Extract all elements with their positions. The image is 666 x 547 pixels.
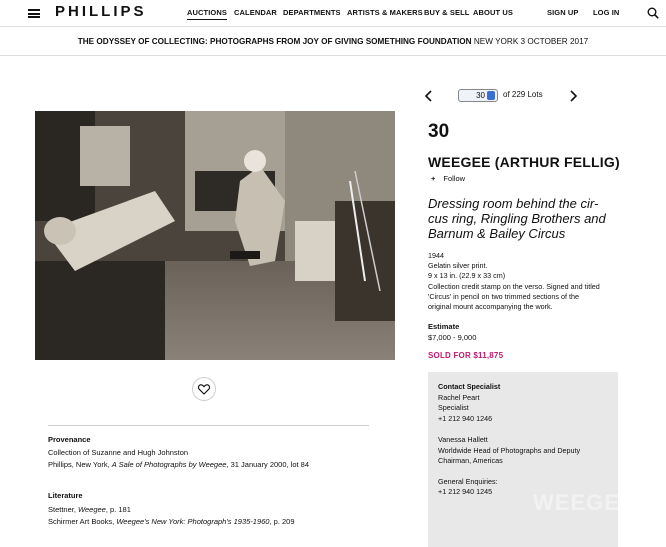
phillips-logo[interactable]: PHILLIPS [55,3,147,20]
lot-photograph[interactable] [35,111,395,360]
chevron-right-icon[interactable] [568,90,578,102]
estimate-label: Estimate [428,322,460,331]
sale-header: THE ODYSSEY OF COLLECTING: PHOTOGRAPHS F… [0,28,666,56]
search-icon[interactable] [647,7,659,19]
top-navigation: PHILLIPS AUCTIONS CALENDAR DEPARTMENTS A… [0,0,666,27]
nav-calendar[interactable]: CALENDAR [234,8,277,17]
provenance-line-1: Collection of Suzanne and Hugh Johnston [48,448,189,457]
artist-name[interactable]: WEEGEE (ARTHUR FELLIG) [428,154,620,170]
hamburger-menu-icon[interactable] [28,9,40,18]
literature-line-2-text: Schirmer Art Books, [48,517,117,526]
literature-line-2-rest: , p. 209 [269,517,295,526]
literature-line-2: Schirmer Art Books, Weegee's New York: P… [48,517,295,526]
lot-dimensions: 9 x 13 in. (22.9 x 33 cm) [428,271,506,280]
provenance-heading: Provenance [48,435,91,444]
provenance-line-2: Phillips, New York, A Sale of Photograph… [48,460,309,469]
literature-line-2-title: Weegee's New York: Photograph's 1935-196… [116,517,270,526]
provenance-line-2-text: Phillips, New York, [48,460,112,469]
lot-number-select-value: 30 [476,91,485,100]
photograph-image [35,111,395,360]
work-title-line: cus ring, Ringling Brothers and [428,211,606,226]
lot-number-select[interactable]: 30 [458,89,498,102]
lot-total: of 229 Lots [503,90,543,99]
sign-up-link[interactable]: SIGN UP [547,8,579,17]
lot-description-line: 'Circus' in pencil on two trimmed sectio… [428,292,579,301]
lot-medium: Gelatin silver print. [428,261,488,270]
provenance-line-2-title: A Sale of Photographs by Weegee [111,460,227,469]
favorite-button[interactable] [192,377,216,401]
work-title-line: Dressing room behind the cir- [428,196,599,211]
sold-price: SOLD FOR $11,875 [428,351,504,360]
contact-name-1: Rachel Peart [438,393,480,402]
work-title-line: Barnum & Bailey Circus [428,226,566,241]
work-title: Dressing room behind the cir- cus ring, … [428,196,628,241]
nav-about-us[interactable]: ABOUT US [473,8,513,17]
literature-heading: Literature [48,491,83,500]
estimate-value: $7,000 - 9,000 [428,333,477,342]
sale-title[interactable]: THE ODYSSEY OF COLLECTING: PHOTOGRAPHS F… [78,37,472,46]
provenance-line-2-rest: , 31 January 2000, lot 84 [226,460,310,469]
plus-icon: + [431,174,436,183]
select-arrows-icon [487,91,495,100]
contact-specialist-panel: WEEGEE Contact Specialist Rachel Peart S… [428,372,618,547]
contact-heading: Contact Specialist [438,382,501,391]
literature-line-1-text: Stettner, [48,505,79,514]
contact-role-2: Worldwide Head of Photographs and Deputy [438,446,581,455]
contact-role-2-cont: Chairman, Americas [438,456,503,465]
watermark: WEEGEE [533,490,618,515]
literature-line-1-rest: , p. 181 [105,505,131,514]
literature-line-1-title: Weegee [78,505,106,514]
lot-year: 1944 [428,251,444,260]
lot-description-line: Collection credit stamp on the verso. Si… [428,282,600,291]
nav-artists-makers[interactable]: ARTISTS & MAKERS [347,8,423,17]
contact-name-2: Vanessa Hallett [438,435,488,444]
nav-departments[interactable]: DEPARTMENTS [283,8,341,17]
general-enquiries-label: General Enquiries: [438,477,498,486]
follow-label: Follow [443,174,466,183]
literature-line-1: Stettner, Weegee, p. 181 [48,505,131,514]
follow-button[interactable]: + Follow [431,174,465,183]
nav-auctions[interactable]: AUCTIONS [187,8,227,20]
contact-phone-1[interactable]: +1 212 940 1246 [438,414,492,423]
nav-buy-sell[interactable]: BUY & SELL [424,8,469,17]
contact-role-1: Specialist [438,403,469,412]
sale-location-date: NEW YORK 3 OCTOBER 2017 [473,37,589,46]
log-in-link[interactable]: LOG IN [593,8,619,17]
section-divider [48,425,369,426]
lot-description-line: original mount accompanying the work. [428,302,553,311]
lot-number: 30 [428,121,450,142]
heart-icon [198,383,210,395]
chevron-left-icon[interactable] [424,90,434,102]
general-enquiries-phone[interactable]: +1 212 940 1245 [438,487,492,496]
